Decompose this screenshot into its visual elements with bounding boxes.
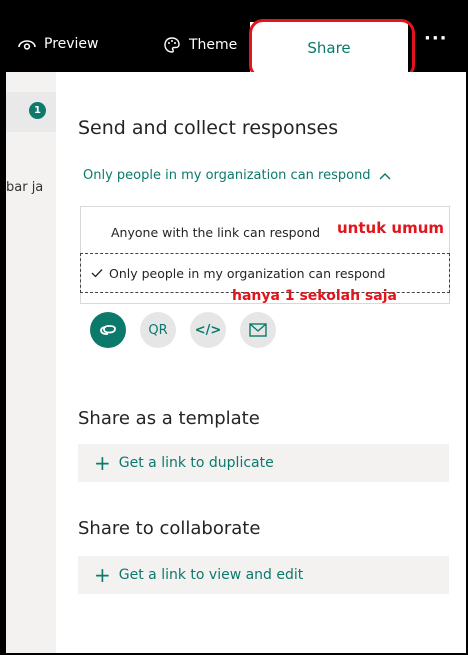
image-border (0, 0, 468, 655)
